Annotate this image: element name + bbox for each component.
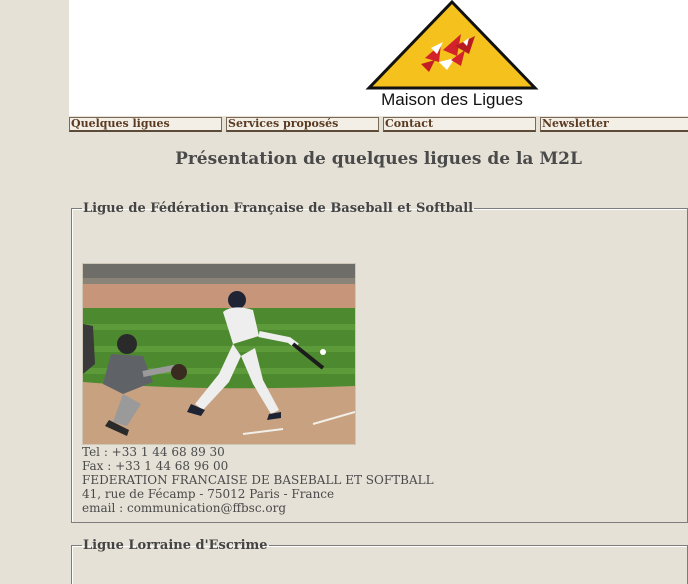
ligue-name: Ligue Lorraine d'Escrime bbox=[83, 538, 268, 553]
nav-contact[interactable]: Contact bbox=[383, 117, 536, 132]
page: Maison des Ligues Quelques ligues Servic… bbox=[0, 0, 688, 584]
ligue-email[interactable]: email : communication@ffbsc.org bbox=[82, 501, 434, 515]
ligue-fieldset-baseball: Ligue de Fédération Française de Basebal… bbox=[71, 201, 688, 523]
ligue-fieldset-escrime: Ligue Lorraine d'Escrime bbox=[71, 538, 688, 584]
site-logo[interactable]: Maison des Ligues bbox=[365, 0, 539, 112]
ligue-name: Ligue de Fédération Française de Basebal… bbox=[83, 201, 474, 216]
nav-services-proposes[interactable]: Services proposés bbox=[226, 117, 379, 132]
nav-quelques-ligues[interactable]: Quelques ligues bbox=[69, 117, 222, 132]
ligue-address: 41, rue de Fécamp - 75012 Paris - France bbox=[82, 487, 335, 501]
main-nav: Quelques ligues Services proposés Contac… bbox=[69, 117, 688, 133]
nav-newsletter[interactable]: Newsletter bbox=[540, 117, 688, 132]
ligue-org: FEDERATION FRANCAISE DE BASEBALL ET SOFT… bbox=[82, 473, 434, 487]
baseball-photo bbox=[82, 263, 356, 445]
ligue-contact-info: Tel : +33 1 44 68 89 30 Fax : +33 1 44 6… bbox=[82, 445, 434, 515]
ligue-tel: Tel : +33 1 44 68 89 30 bbox=[82, 445, 225, 459]
site-header: Maison des Ligues bbox=[69, 0, 688, 116]
page-title: Présentation de quelques ligues de la M2… bbox=[175, 149, 582, 169]
logo-text: Maison des Ligues bbox=[381, 90, 523, 109]
ligue-fax: Fax : +33 1 44 68 96 00 bbox=[82, 459, 229, 473]
logo-triangle-icon bbox=[365, 0, 539, 90]
